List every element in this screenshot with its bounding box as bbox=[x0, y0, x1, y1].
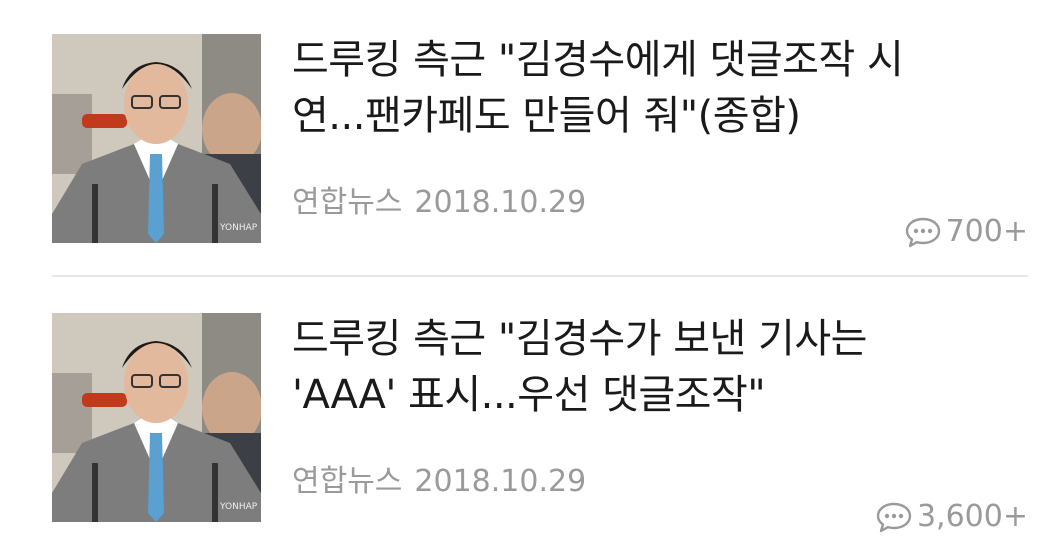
article-thumbnail[interactable]: YONHAP bbox=[52, 313, 261, 522]
article-meta: 연합뉴스 2018.10.29 bbox=[292, 460, 586, 504]
divider bbox=[52, 275, 1028, 277]
thumbnail-watermark: YONHAP bbox=[219, 223, 258, 233]
comment-count-value: 3,600+ bbox=[916, 499, 1028, 534]
news-item[interactable]: YONHAP 드루킹 측근 "김경수가 보낸 기사는 'AAA' 표시...우선… bbox=[0, 279, 1040, 534]
thumbnail-watermark: YONHAP bbox=[219, 502, 258, 512]
article-headline[interactable]: 드루킹 측근 "김경수가 보낸 기사는 'AAA' 표시...우선 댓글조작" bbox=[292, 311, 1032, 423]
article-thumbnail[interactable]: YONHAP bbox=[52, 34, 261, 243]
comment-count[interactable]: 3,600+ bbox=[875, 495, 1028, 539]
article-source: 연합뉴스 bbox=[292, 464, 403, 499]
speech-bubble-icon bbox=[904, 216, 942, 248]
comment-count[interactable]: 700+ bbox=[904, 210, 1028, 254]
thumbnail-photo: YONHAP bbox=[52, 313, 261, 522]
headline-line-1[interactable]: 드루킹 측근 "김경수가 보낸 기사는 bbox=[292, 316, 867, 362]
article-date: 2018.10.29 bbox=[414, 464, 587, 499]
article-source: 연합뉴스 bbox=[292, 185, 403, 220]
thumbnail-photo: YONHAP bbox=[52, 34, 261, 243]
article-meta: 연합뉴스 2018.10.29 bbox=[292, 181, 586, 225]
article-date: 2018.10.29 bbox=[414, 185, 587, 220]
headline-line-1[interactable]: 드루킹 측근 "김경수에게 댓글조작 시 bbox=[292, 37, 904, 83]
speech-bubble-icon bbox=[875, 501, 913, 533]
headline-line-2[interactable]: 연...팬카페도 만들어 줘"(종합) bbox=[292, 93, 801, 139]
article-headline[interactable]: 드루킹 측근 "김경수에게 댓글조작 시 연...팬카페도 만들어 줘"(종합) bbox=[292, 32, 1032, 144]
headline-line-2[interactable]: 'AAA' 표시...우선 댓글조작" bbox=[292, 372, 766, 418]
news-list: YONHAP 드루킹 측근 "김경수에게 댓글조작 시 연...팬카페도 만들어… bbox=[0, 0, 1040, 553]
news-item[interactable]: YONHAP 드루킹 측근 "김경수에게 댓글조작 시 연...팬카페도 만들어… bbox=[0, 0, 1040, 249]
comment-count-value: 700+ bbox=[945, 214, 1028, 249]
